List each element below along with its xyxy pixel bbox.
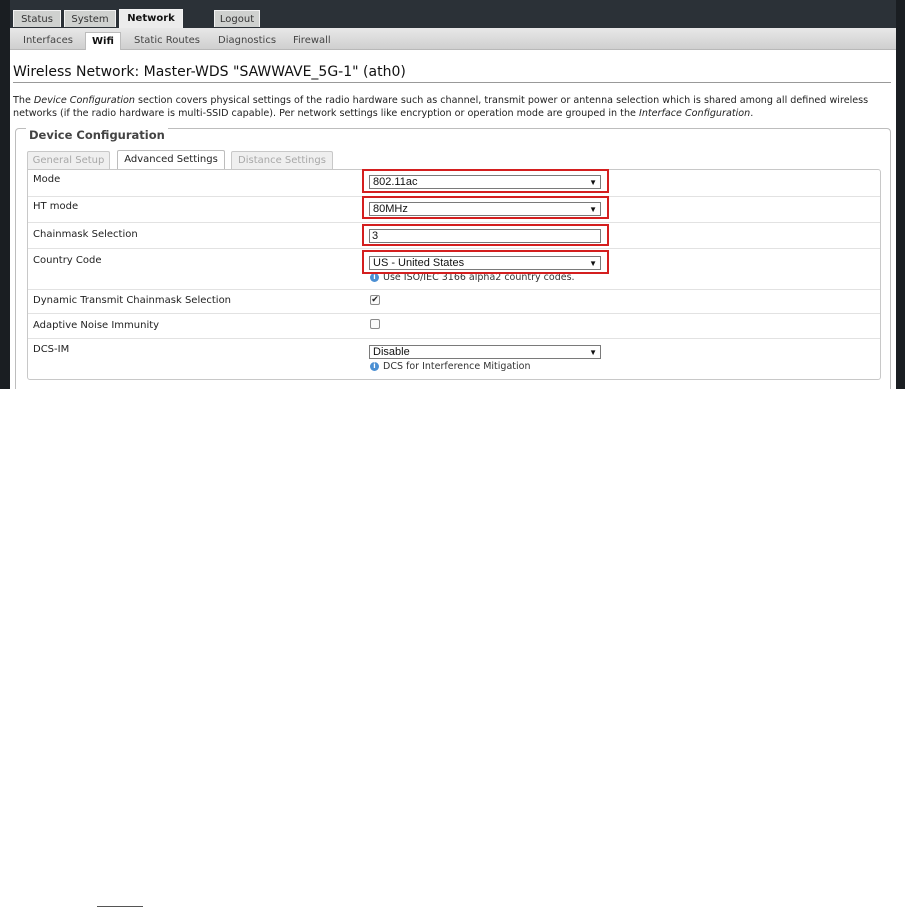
highlight-box <box>362 250 609 274</box>
mode-label: Mode <box>33 174 61 185</box>
row-divider <box>28 289 880 290</box>
subtab-diagnostics[interactable]: Diagnostics <box>218 32 276 50</box>
dcs-im-hint: i DCS for Interference Mitigation <box>370 361 530 372</box>
dcs-im-select[interactable]: Disable ▼ <box>369 345 601 359</box>
tab-general-setup[interactable]: General Setup <box>27 151 110 169</box>
highlight-box <box>362 169 609 193</box>
underline-mark <box>97 906 143 907</box>
country-code-label: Country Code <box>33 255 102 266</box>
dyn-chainmask-checkbox[interactable]: ✔ <box>370 295 380 305</box>
dcs-im-label: DCS-IM <box>33 344 70 355</box>
row-divider <box>28 338 880 339</box>
subtab-static-routes[interactable]: Static Routes <box>134 32 200 50</box>
subtab-interfaces[interactable]: Interfaces <box>23 32 73 50</box>
left-frame-edge <box>0 0 10 389</box>
ani-checkbox[interactable] <box>370 319 380 329</box>
tab-status[interactable]: Status <box>13 10 61 27</box>
subtab-firewall[interactable]: Firewall <box>293 32 331 50</box>
tab-network[interactable]: Network <box>119 9 183 28</box>
row-divider <box>28 222 880 223</box>
row-divider <box>28 313 880 314</box>
interface-config-term: Interface Configuration <box>638 107 751 119</box>
highlight-box <box>362 224 609 246</box>
chevron-down-icon: ▼ <box>589 348 597 357</box>
dyn-chainmask-label: Dynamic Transmit Chainmask Selection <box>33 295 232 306</box>
tab-distance-settings[interactable]: Distance Settings <box>231 151 333 169</box>
chainmask-label: Chainmask Selection <box>33 229 138 240</box>
ani-label: Adaptive Noise Immunity <box>33 320 160 331</box>
tab-advanced-settings[interactable]: Advanced Settings <box>117 150 225 170</box>
row-divider <box>28 248 880 249</box>
info-icon: i <box>370 362 379 371</box>
right-frame-edge <box>896 0 905 389</box>
tab-logout[interactable]: Logout <box>214 10 260 27</box>
tab-system[interactable]: System <box>64 10 116 27</box>
section-legend: Device Configuration <box>26 128 168 142</box>
highlight-box <box>362 196 609 219</box>
info-icon: i <box>370 273 379 282</box>
page-title: Wireless Network: Master-WDS "SAWWAVE_5G… <box>13 64 406 80</box>
page-description: The Device Configuration section covers … <box>13 95 869 119</box>
screenshot-area: Status System Network Logout Interfaces … <box>0 0 905 389</box>
checkmark-icon: ✔ <box>371 295 379 305</box>
title-divider <box>13 82 891 83</box>
device-config-term: Device Configuration <box>33 95 135 106</box>
ht-mode-label: HT mode <box>33 201 79 212</box>
subtab-wifi[interactable]: Wifi <box>85 32 121 50</box>
